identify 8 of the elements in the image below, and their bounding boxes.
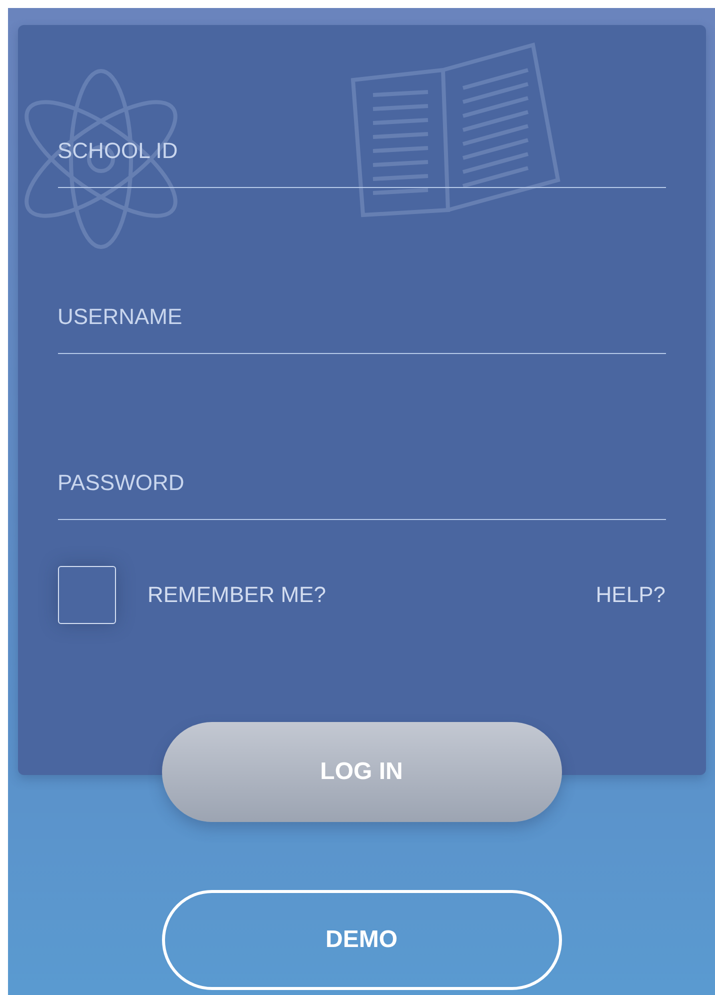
input-field[interactable]: SCHOOL ID	[58, 115, 666, 188]
remember-label: REMEMBER ME?	[148, 582, 327, 608]
input-field[interactable]: USERNAME	[58, 281, 666, 354]
login-button[interactable]: LOG IN	[162, 722, 562, 822]
checkbox[interactable]	[58, 566, 116, 624]
help-link[interactable]: HELP?	[596, 582, 666, 608]
input-field[interactable]: PASSWORD	[58, 447, 666, 520]
demo-button[interactable]: DEMO	[162, 890, 562, 990]
